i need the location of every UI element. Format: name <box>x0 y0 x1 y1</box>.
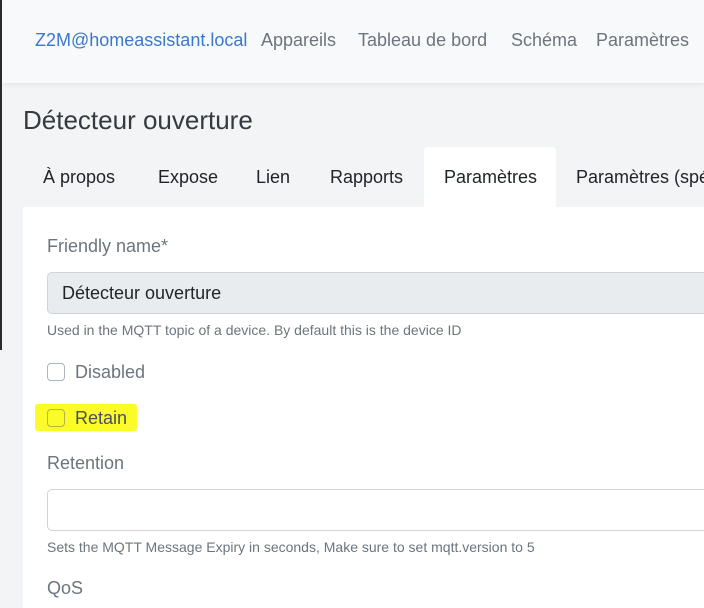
nav-schema[interactable]: Schéma <box>511 30 577 51</box>
tab-parametres-specifiques[interactable]: Paramètres (spé <box>556 147 704 207</box>
top-navbar: Z2M@homeassistant.local Appareils Tablea… <box>2 0 704 83</box>
retain-checkbox[interactable] <box>47 409 65 427</box>
page-title: Détecteur ouverture <box>23 105 253 135</box>
nav-parametres[interactable]: Paramètres <box>596 30 689 51</box>
settings-panel: Friendly name* Used in the MQTT topic of… <box>23 207 704 608</box>
brand-link[interactable]: Z2M@homeassistant.local <box>35 30 247 51</box>
retention-help: Sets the MQTT Message Expiry in seconds,… <box>47 539 535 555</box>
friendly-name-input[interactable] <box>47 272 704 314</box>
retain-label[interactable]: Retain <box>75 408 127 429</box>
retain-row: Retain <box>47 406 127 430</box>
disabled-label[interactable]: Disabled <box>75 362 145 383</box>
disabled-row: Disabled <box>47 360 145 384</box>
nav-appareils[interactable]: Appareils <box>261 30 336 51</box>
tab-expose[interactable]: Expose <box>138 147 238 207</box>
friendly-name-help: Used in the MQTT topic of a device. By d… <box>47 322 462 338</box>
retention-label: Retention <box>47 453 125 473</box>
friendly-name-label: Friendly name* <box>47 236 169 256</box>
tab-rapports[interactable]: Rapports <box>310 147 423 207</box>
disabled-checkbox[interactable] <box>47 363 65 381</box>
tab-parametres[interactable]: Paramètres <box>424 147 556 207</box>
retention-input[interactable] <box>47 489 704 531</box>
tab-lien[interactable]: Lien <box>236 147 310 207</box>
tab-a-propos[interactable]: À propos <box>23 147 135 207</box>
qos-label: QoS <box>47 578 84 598</box>
nav-tableau-de-bord[interactable]: Tableau de bord <box>358 30 487 51</box>
device-tabs: À propos Expose Lien Rapports Paramètres… <box>23 147 704 207</box>
